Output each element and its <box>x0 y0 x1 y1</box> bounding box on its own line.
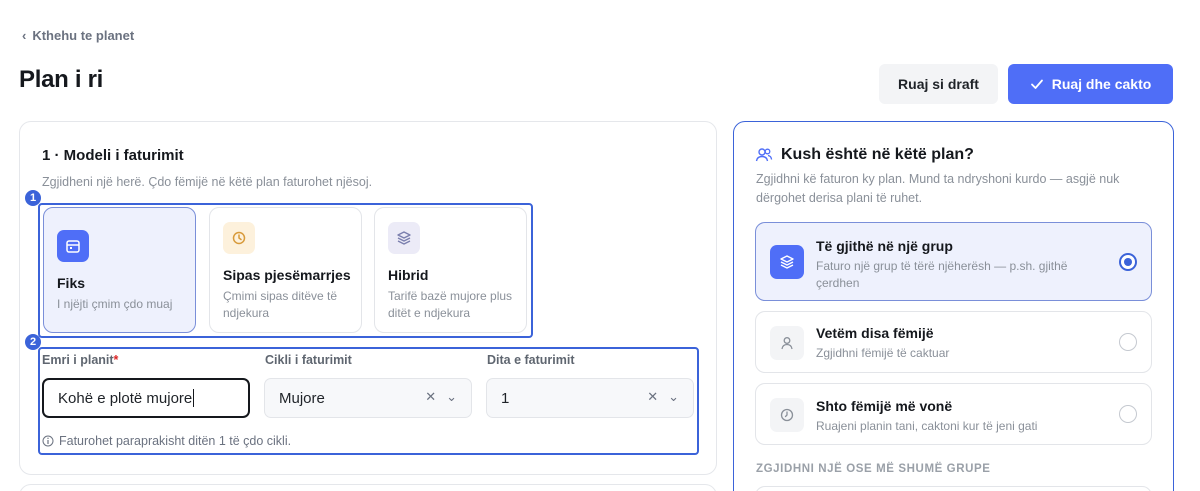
billing-cycle-select[interactable]: Mujore ✕ ⌄ <box>264 378 472 418</box>
who-option-name: Vetëm disa fëmijë <box>816 325 934 341</box>
save-and-assign-label: Ruaj dhe cakto <box>1051 76 1152 92</box>
check-icon <box>1030 79 1043 89</box>
users-icon <box>755 148 773 162</box>
next-section-card <box>19 484 717 491</box>
billing-hint-text: Faturohet paraprakisht ditën 1 të çdo ci… <box>59 434 292 448</box>
info-icon <box>42 435 54 447</box>
annotation-badge-2: 2 <box>25 334 41 350</box>
clear-icon[interactable]: ✕ <box>425 389 436 405</box>
who-in-plan-title: Kush është në këtë plan? <box>755 146 974 164</box>
billing-cycle-label: Cikli i faturimit <box>265 353 352 367</box>
who-in-plan-title-text: Kush është në këtë plan? <box>781 146 974 163</box>
clock-icon <box>770 398 804 432</box>
save-and-assign-button[interactable]: Ruaj dhe cakto <box>1008 64 1173 104</box>
back-link-label: Kthehu te planet <box>32 28 135 43</box>
who-option-some-children[interactable]: Vetëm disa fëmijë Zgjidhni fëmijë të cak… <box>755 311 1152 373</box>
layers-icon <box>388 222 420 254</box>
who-option-add-later[interactable]: Shto fëmijë më vonë Ruajeni planin tani,… <box>755 383 1152 445</box>
groups-section-header: ZGJIDHNI NJË OSE MË SHUMË GRUPE <box>756 463 991 475</box>
billing-day-value: 1 <box>501 389 510 407</box>
chevron-down-icon[interactable]: ⌄ <box>446 389 457 405</box>
radio-selected[interactable] <box>1119 253 1137 271</box>
back-link[interactable]: ‹ Kthehu te planet <box>22 28 134 43</box>
billing-cycle-value: Mujore <box>279 389 325 407</box>
person-icon <box>770 326 804 360</box>
billing-option-attendance[interactable]: Sipas pjesëmarrjes Çmimi sipas ditëve të… <box>209 207 362 333</box>
who-option-group[interactable]: Të gjithë në një grup Faturo një grup të… <box>755 222 1152 301</box>
plan-name-input[interactable]: Kohë e plotë mujore <box>42 378 250 418</box>
billing-day-label: Dita e faturimit <box>487 353 575 367</box>
billing-option-desc: Çmimi sipas ditëve të ndjekura <box>223 289 338 320</box>
billing-option-fixed[interactable]: Fiks I njëjti çmim çdo muaj <box>43 207 196 333</box>
radio-unselected[interactable] <box>1119 333 1137 351</box>
plan-name-label-text: Emri i planit <box>42 353 114 367</box>
chevron-down-icon[interactable]: ⌄ <box>668 389 679 405</box>
group-list-item[interactable] <box>755 486 1152 491</box>
billing-option-hybrid[interactable]: Hibrid Tarifë bazë mujore plus ditët e n… <box>374 207 527 333</box>
radio-unselected[interactable] <box>1119 405 1137 423</box>
clear-icon[interactable]: ✕ <box>647 389 658 405</box>
billing-day-select[interactable]: 1 ✕ ⌄ <box>486 378 694 418</box>
billing-option-name: Fiks <box>57 275 86 291</box>
save-draft-button[interactable]: Ruaj si draft <box>879 64 998 104</box>
chevron-left-icon: ‹ <box>22 28 27 43</box>
who-in-plan-subtitle: Zgjidhni kë faturon ky plan. Mund ta ndr… <box>756 172 1120 205</box>
annotation-badge-1: 1 <box>25 190 41 206</box>
billing-option-name: Sipas pjesëmarrjes <box>223 267 351 283</box>
calendar-icon <box>57 230 89 262</box>
who-option-desc: Zgjidhni fëmijë të caktuar <box>816 346 950 360</box>
who-option-desc: Faturo një grup të tërë njëherësh — p.sh… <box>816 259 1068 290</box>
required-marker: * <box>113 353 119 367</box>
billing-section-title: 1 · Modeli i faturimit <box>42 147 184 164</box>
page-title: Plan i ri <box>19 66 103 93</box>
billing-section-subtitle: Zgjidheni një herë. Çdo fëmijë në këtë p… <box>42 175 373 189</box>
billing-option-name: Hibrid <box>388 267 429 283</box>
who-option-name: Të gjithë në një grup <box>816 238 953 254</box>
billing-hint: Faturohet paraprakisht ditën 1 të çdo ci… <box>42 434 291 448</box>
plan-name-value: Kohë e plotë mujore <box>58 389 193 407</box>
who-option-name: Shto fëmijë më vonë <box>816 398 953 414</box>
layers-icon <box>770 245 804 279</box>
plan-name-label: Emri i planit* <box>42 353 118 367</box>
billing-option-desc: Tarifë bazë mujore plus ditët e ndjekura <box>388 289 513 320</box>
who-option-desc: Ruajeni planin tani, caktoni kur të jeni… <box>816 419 1038 433</box>
billing-option-desc: I njëjti çmim çdo muaj <box>57 297 173 311</box>
clock-icon <box>223 222 255 254</box>
